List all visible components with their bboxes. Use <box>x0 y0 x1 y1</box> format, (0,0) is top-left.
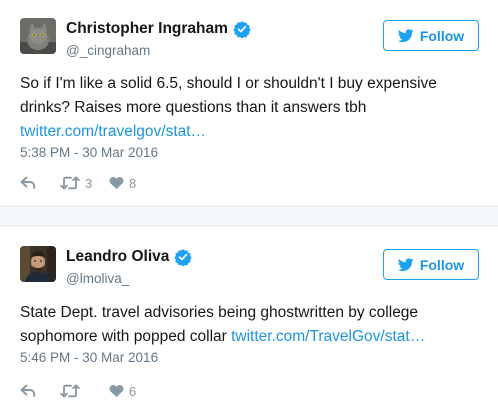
heart-icon <box>109 177 124 190</box>
display-name[interactable]: Leandro Oliva <box>66 248 169 266</box>
reply-button[interactable] <box>20 176 60 190</box>
avatar[interactable] <box>20 18 56 54</box>
tweet-actions: 6 <box>20 382 149 400</box>
tweet-actions: 3 8 <box>20 174 149 192</box>
reply-icon <box>20 384 36 397</box>
twitter-bird-icon <box>397 28 414 43</box>
retweet-count: 3 <box>85 175 93 191</box>
twitter-bird-icon <box>397 257 414 272</box>
man-avatar-image <box>20 246 56 282</box>
retweet-icon <box>60 384 80 398</box>
tweet-timestamp[interactable]: 5:46 PM - 30 Mar 2016 <box>20 350 158 365</box>
author-handle[interactable]: @_cingraham <box>66 43 150 58</box>
follow-button[interactable]: Follow <box>383 249 479 280</box>
tweet-link[interactable]: twitter.com/travelgov/stat… <box>20 123 206 140</box>
retweet-icon <box>60 176 80 190</box>
tweet-text: So if I'm like a solid 6.5, should I or … <box>20 72 482 144</box>
like-button[interactable]: 6 <box>109 384 149 399</box>
avatar[interactable] <box>20 246 56 282</box>
tweet-card: Christopher Ingraham @_cingraham Follow … <box>0 0 498 207</box>
verified-badge-icon <box>174 248 193 267</box>
like-button[interactable]: 8 <box>109 176 149 191</box>
follow-button[interactable]: Follow <box>383 20 479 51</box>
tweet-feed: Christopher Ingraham @_cingraham Follow … <box>0 0 498 411</box>
tweet-text: State Dept. travel advisories being ghos… <box>20 301 482 349</box>
follow-label: Follow <box>419 27 465 44</box>
tweet-link[interactable]: twitter.com/TravelGov/stat… <box>231 328 425 345</box>
follow-label: Follow <box>419 256 465 273</box>
like-count: 8 <box>129 175 137 191</box>
author-name-row[interactable]: Christopher Ingraham <box>66 20 251 39</box>
author-handle[interactable]: @lmoliva_ <box>66 271 129 286</box>
retweet-button[interactable] <box>60 384 109 398</box>
reply-button[interactable] <box>20 384 60 398</box>
tweet-card: Leandro Oliva @lmoliva_ Follow State Dep… <box>0 225 498 411</box>
display-name[interactable]: Christopher Ingraham <box>66 20 228 38</box>
tweet-body: So if I'm like a solid 6.5, should I or … <box>20 75 437 116</box>
author-name-row[interactable]: Leandro Oliva <box>66 248 193 267</box>
reply-icon <box>20 176 36 189</box>
verified-badge-icon <box>233 20 251 39</box>
tweet-timestamp[interactable]: 5:38 PM - 30 Mar 2016 <box>20 145 158 160</box>
heart-icon <box>109 385 124 398</box>
like-count: 6 <box>129 383 137 399</box>
retweet-button[interactable]: 3 <box>60 176 109 191</box>
cat-avatar-image <box>20 18 56 54</box>
